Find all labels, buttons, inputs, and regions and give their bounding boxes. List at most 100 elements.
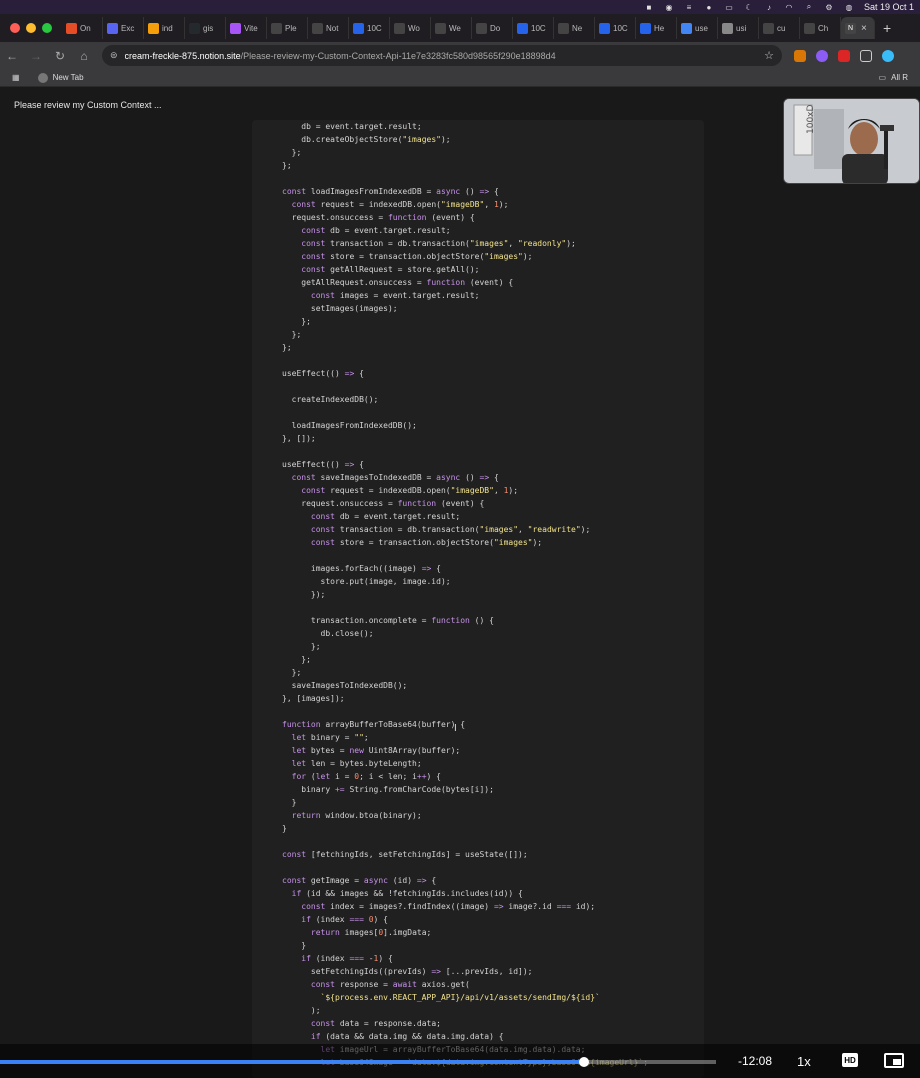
code-line: createIndexedDB();	[282, 395, 379, 404]
code-line: request.onsuccess = function (event) {	[282, 213, 475, 222]
folder-icon: ▭	[878, 73, 887, 82]
back-button[interactable]: ←	[6, 49, 18, 63]
browser-tab[interactable]: Ple	[267, 17, 308, 39]
close-tab-icon[interactable]: ×	[861, 23, 867, 34]
zoom-icon[interactable]: ◉	[664, 3, 674, 12]
tab-favicon-icon	[517, 22, 528, 34]
browser-tab[interactable]: ind	[144, 17, 185, 39]
extension-icon[interactable]	[794, 49, 806, 62]
url-text[interactable]: cream-freckle-875.notion.site/Please-rev…	[125, 51, 556, 61]
new-tab-button[interactable]: +	[875, 20, 891, 36]
tab-favicon-icon	[230, 22, 241, 34]
browser-tab[interactable]: 10C	[595, 17, 636, 39]
code-line: }	[282, 941, 307, 950]
browser-tab[interactable]: use	[677, 17, 718, 39]
browser-tab[interactable]: 10C	[349, 17, 390, 39]
reload-button[interactable]: ↻	[54, 49, 66, 63]
music-icon[interactable]: ♪	[764, 3, 774, 12]
browser-tab[interactable]: cu	[759, 17, 800, 39]
code-line: for (let i = 0; i < len; i++) {	[291, 772, 441, 781]
browser-tab[interactable]: Ch	[800, 17, 841, 39]
code-line: const transaction = db.transaction("imag…	[310, 525, 591, 534]
browser-tab[interactable]: Wo	[390, 17, 431, 39]
extension-icon[interactable]	[816, 49, 828, 62]
code-line: const data = response.data;	[310, 1019, 441, 1028]
menu-icon[interactable]: ≡	[684, 3, 694, 12]
browser-tab[interactable]: usi	[718, 17, 759, 39]
code-line: setFetchingIds((prevIds) => [...prevIds,…	[282, 967, 533, 976]
clock[interactable]: Sat 19 Oct 1	[864, 2, 914, 12]
progress-knob[interactable]	[578, 1057, 589, 1067]
browser-tab[interactable]: gis	[185, 17, 226, 39]
code-line: };	[282, 317, 311, 326]
extension-icon[interactable]	[838, 49, 850, 62]
minimize-window-button[interactable]	[26, 23, 36, 33]
code-line: db = event.target.result;	[282, 122, 422, 131]
site-info-icon[interactable]: ⊜	[110, 50, 118, 61]
browser-tab[interactable]: He	[636, 17, 677, 39]
code-line: useEffect(() => {	[282, 369, 364, 378]
apps-grid-icon[interactable]: ▦	[12, 73, 20, 82]
video-player-controls: -12:08 1x HD	[0, 1044, 920, 1078]
browser-tab[interactable]: Do	[472, 17, 513, 39]
all-bookmarks[interactable]: ▭ All R	[879, 73, 908, 82]
tab-label: 10C	[531, 23, 546, 33]
tab-label: Wo	[408, 23, 420, 33]
code-line: const images = event.target.result;	[310, 291, 480, 300]
browser-tab[interactable]: We	[431, 17, 472, 39]
code-line: };	[282, 655, 311, 664]
code-block[interactable]: db = event.target.result; db.createObjec…	[252, 120, 704, 1078]
home-button[interactable]: ⌂	[78, 49, 90, 63]
code-line: const transaction = db.transaction("imag…	[301, 239, 576, 248]
code-line: }, [images]);	[282, 694, 345, 703]
address-bar[interactable]: ⊜ cream-freckle-875.notion.site/Please-r…	[102, 45, 782, 66]
browser-tab[interactable]: Not	[308, 17, 349, 39]
siri-icon[interactable]: ◍	[844, 3, 854, 12]
browser-tab[interactable]: Ne	[554, 17, 595, 39]
tab-favicon-icon	[804, 22, 815, 34]
code-line: if (index === 0) {	[301, 915, 388, 924]
tab-label: Ple	[285, 23, 297, 33]
close-window-button[interactable]	[10, 23, 20, 33]
record-icon[interactable]: ●	[704, 3, 714, 12]
code-line: return window.btoa(binary);	[291, 811, 422, 820]
tab-favicon-icon	[312, 22, 323, 34]
browser-tab[interactable]: 10C	[513, 17, 554, 39]
browser-tab[interactable]: Exc	[103, 17, 144, 39]
battery-icon[interactable]: ▭	[724, 3, 734, 12]
progress-fill	[0, 1060, 584, 1064]
bookmark-star-icon[interactable]: ☆	[764, 49, 774, 62]
tab-active[interactable]: N ×	[841, 17, 875, 39]
wifi-icon[interactable]: ◠	[784, 3, 794, 12]
page-title[interactable]: Please review my Custom Context ...	[14, 100, 162, 110]
code-line: };	[282, 330, 302, 339]
playback-speed-button[interactable]: 1x	[797, 1054, 811, 1069]
code-line: transaction.oncomplete = function () {	[282, 616, 494, 625]
forward-button[interactable]: →	[30, 49, 42, 63]
picture-in-picture-icon[interactable]	[884, 1053, 904, 1068]
bookmark-label: New Tab	[52, 73, 84, 82]
progress-bar[interactable]	[0, 1057, 716, 1067]
profile-avatar[interactable]	[882, 49, 894, 62]
notion-page: Please review my Custom Context ... db =…	[0, 88, 920, 1078]
control-center-icon[interactable]: ⚙	[824, 3, 834, 12]
app-icon[interactable]: ■	[644, 3, 654, 12]
code-line: const store = transaction.objectStore("i…	[301, 252, 533, 261]
hd-quality-button[interactable]: HD	[842, 1053, 858, 1067]
tab-favicon-icon	[107, 22, 118, 34]
puzzle-icon[interactable]	[860, 49, 872, 62]
search-icon[interactable]: ⌕	[804, 2, 814, 12]
system-menu-bar: ■ ◉ ≡ ● ▭ ☾ ♪ ◠ ⌕ ⚙ ◍ Sat 19 Oct 1	[0, 0, 920, 14]
tab-label: cu	[777, 23, 786, 33]
browser-tab[interactable]: On	[62, 17, 103, 39]
moon-icon[interactable]: ☾	[744, 3, 754, 12]
bookmarks-bar: ▦ New Tab ▭ All R	[0, 69, 920, 87]
tab-favicon-icon	[394, 22, 405, 34]
maximize-window-button[interactable]	[42, 23, 52, 33]
tab-label: Vite	[244, 23, 258, 33]
browser-tab[interactable]: Vite	[226, 17, 267, 39]
bookmark-new-tab[interactable]: New Tab	[37, 72, 84, 83]
